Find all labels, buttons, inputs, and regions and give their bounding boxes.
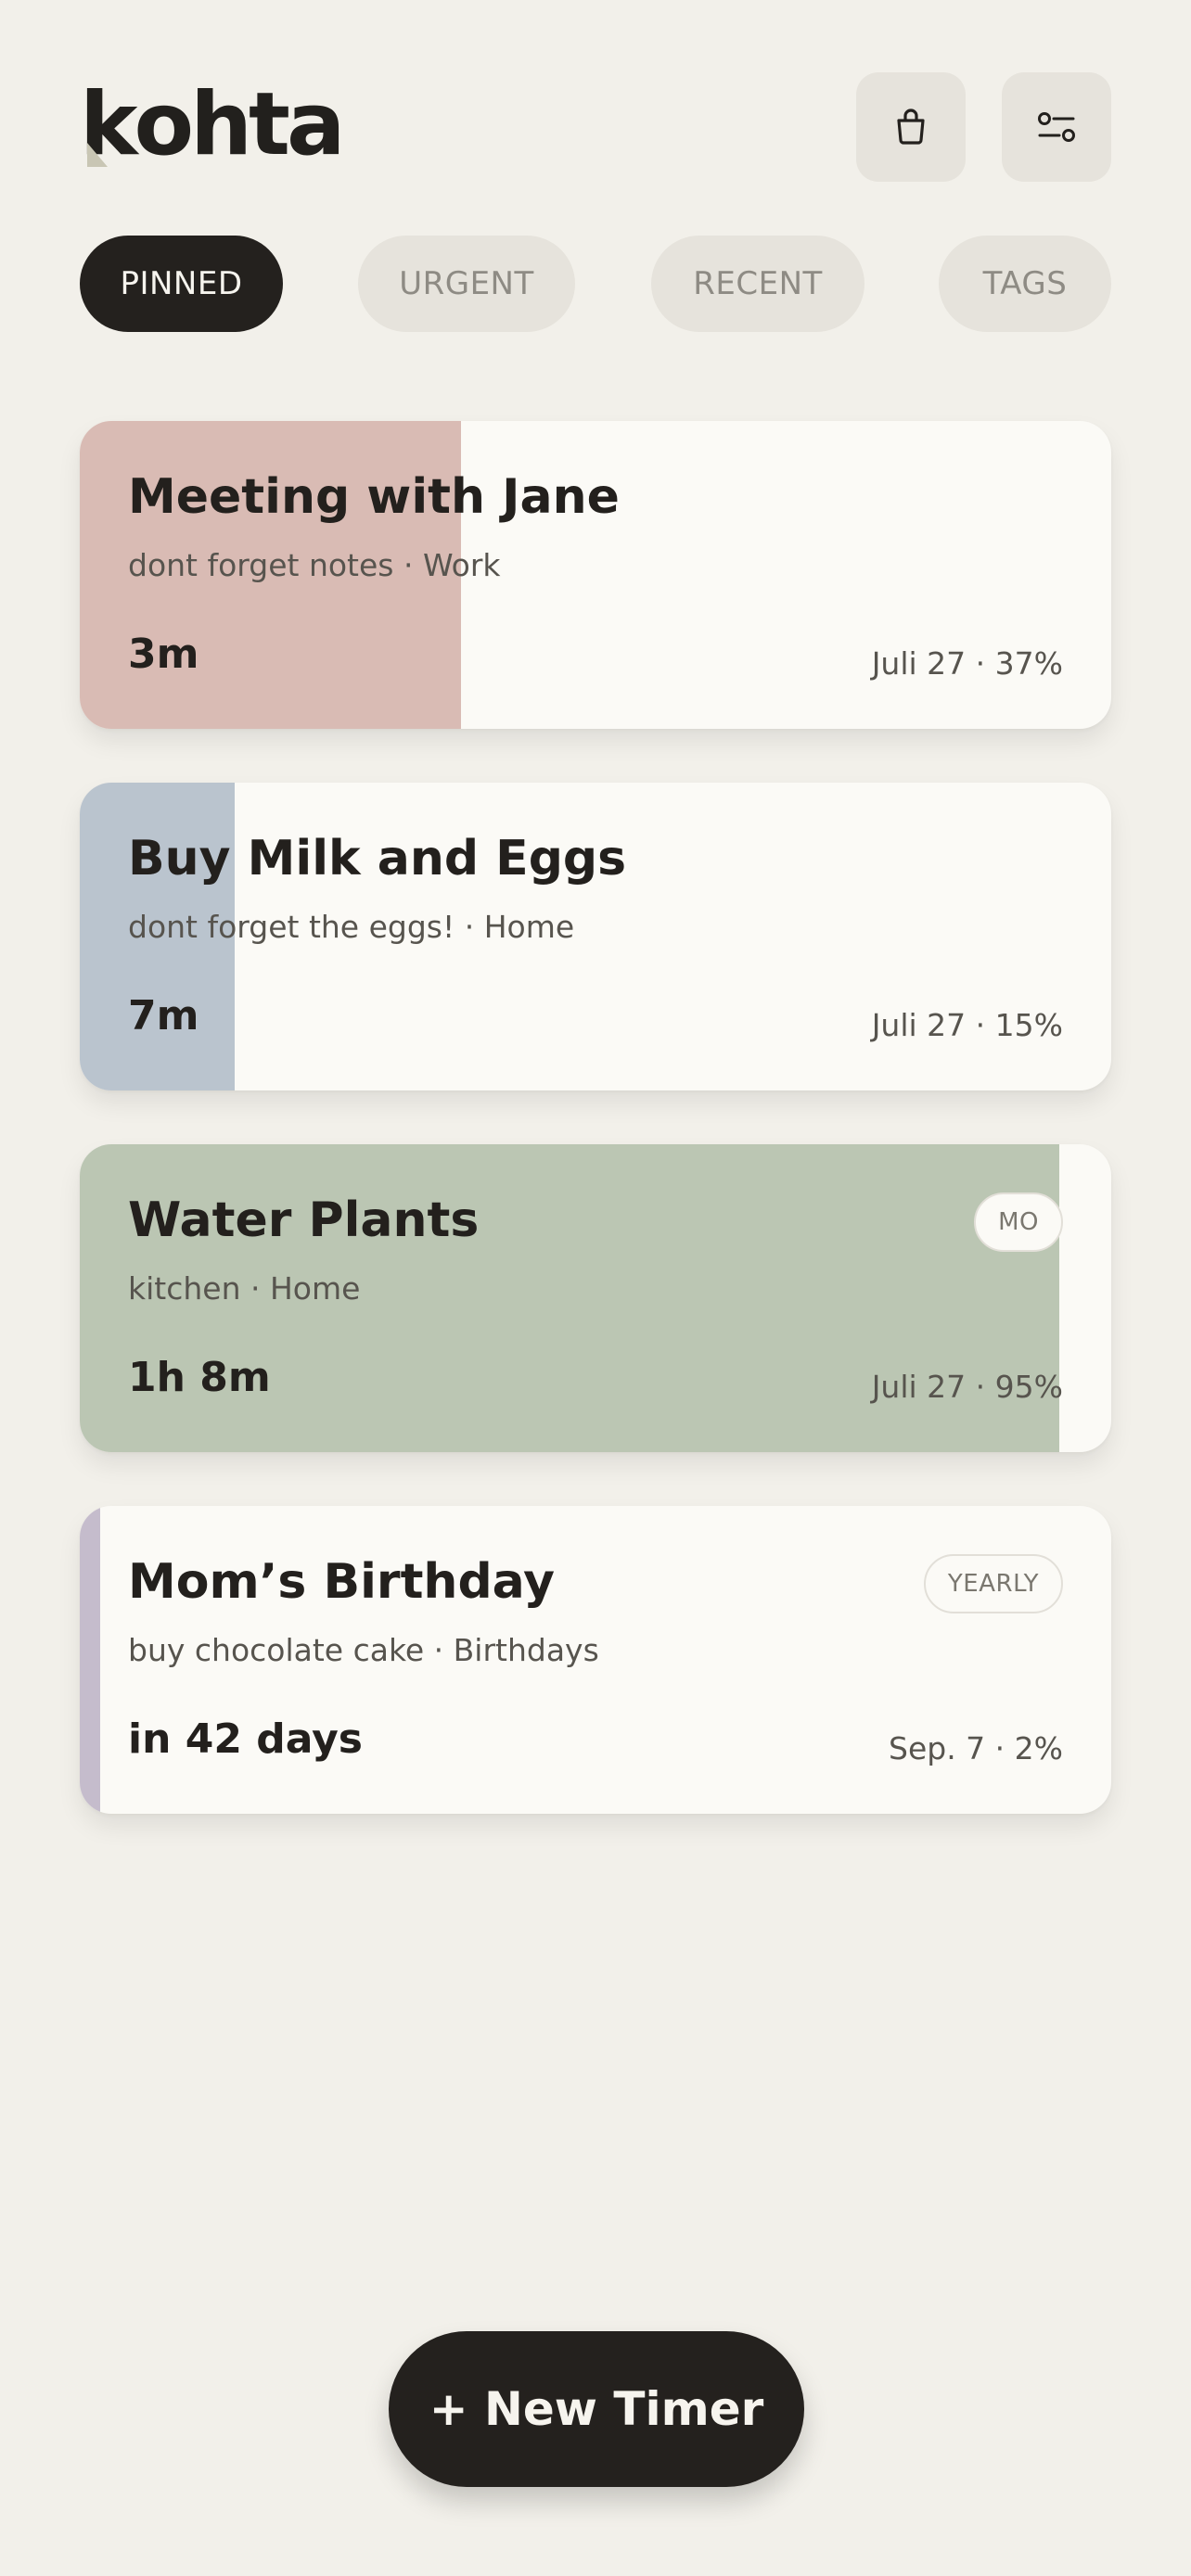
logo-k: k [80, 82, 137, 169]
tab-urgent[interactable]: URGENT [358, 236, 575, 332]
tab-recent[interactable]: RECENT [651, 236, 864, 332]
timer-title: Buy Milk and Eggs [128, 831, 627, 886]
repeat-badge: MO [974, 1192, 1063, 1252]
new-timer-label: + New Timer [429, 2382, 764, 2436]
timer-time-left: in 42 days [128, 1715, 363, 1763]
timer-meta: Juli 27 · 15% [871, 1007, 1063, 1043]
tab-pinned-label: PINNED [120, 265, 243, 302]
repeat-badge: YEARLY [923, 1554, 1063, 1613]
app-logo: k ohta [80, 74, 346, 175]
timer-card[interactable]: Mom’s Birthday YEARLY buy chocolate cake… [80, 1506, 1111, 1814]
filter-button[interactable] [1002, 72, 1111, 182]
timer-subtitle: kitchen · Home [128, 1270, 361, 1307]
tab-tags-label: TAGS [982, 265, 1068, 302]
timer-subtitle: dont forget the eggs! · Home [128, 909, 575, 945]
timer-meta: Sep. 7 · 2% [889, 1730, 1063, 1766]
timer-time-left: 1h 8m [128, 1354, 271, 1401]
tab-urgent-label: URGENT [399, 265, 534, 302]
timer-title: Water Plants [128, 1192, 480, 1248]
timer-card[interactable]: Water Plants MO kitchen · Home 1h 8m Jul… [80, 1144, 1111, 1452]
timer-title: Mom’s Birthday [128, 1554, 556, 1610]
timer-time-left: 3m [128, 631, 199, 678]
shop-button[interactable] [856, 72, 966, 182]
timer-card[interactable]: Meeting with Jane dont forget notes · Wo… [80, 421, 1111, 729]
progress-fill [80, 1506, 101, 1814]
timer-meta: Juli 27 · 37% [871, 645, 1063, 682]
logo-accent-shape [87, 143, 108, 167]
tab-tags[interactable]: TAGS [939, 236, 1111, 332]
timer-title: Meeting with Jane [128, 469, 620, 525]
timer-card[interactable]: Buy Milk and Eggs dont forget the eggs! … [80, 783, 1111, 1090]
logo-rest: ohta [134, 74, 346, 175]
tab-pinned[interactable]: PINNED [80, 236, 283, 332]
shopping-bag-icon [897, 108, 925, 145]
timer-subtitle: buy chocolate cake · Birthdays [128, 1632, 599, 1668]
app-screen: k ohta PINNED URGENT RECENT TAGS Meeting… [0, 0, 1191, 2576]
timer-subtitle: dont forget notes · Work [128, 547, 501, 583]
timer-time-left: 7m [128, 992, 199, 1039]
tab-recent-label: RECENT [693, 265, 823, 302]
new-timer-button[interactable]: + New Timer [389, 2331, 804, 2487]
filter-toggle-icon [1038, 112, 1075, 142]
timer-meta: Juli 27 · 95% [871, 1369, 1063, 1405]
